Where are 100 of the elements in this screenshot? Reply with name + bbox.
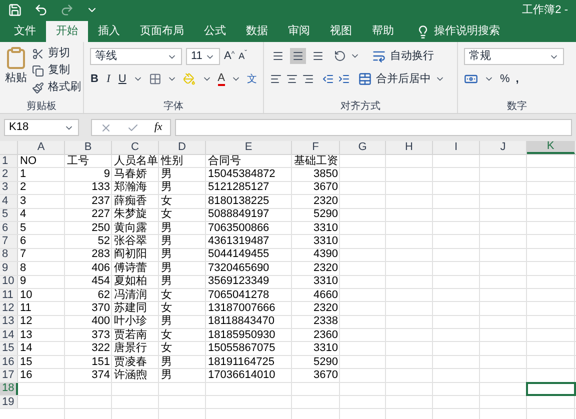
- row-header[interactable]: 1: [0, 155, 18, 168]
- merge-center-button[interactable]: 合并后居中: [358, 70, 431, 87]
- row-header[interactable]: 13: [0, 316, 18, 328]
- row-header[interactable]: 14: [0, 329, 18, 342]
- group-label: 剪贴板: [26, 100, 56, 114]
- decrease-indent-icon[interactable]: [322, 72, 334, 85]
- column-header[interactable]: H: [386, 141, 433, 154]
- table-cell-text: 男: [160, 370, 172, 381]
- ribbon-tab[interactable]: 文件: [4, 21, 46, 42]
- column-header[interactable]: A: [18, 141, 65, 154]
- table-cell-text: 许涵煦: [113, 370, 147, 381]
- column-header[interactable]: E: [206, 141, 292, 154]
- ribbon-tab[interactable]: 视图: [320, 21, 362, 42]
- insert-function-button[interactable]: fx: [154, 119, 162, 136]
- vertical-align-button[interactable]: [290, 48, 306, 64]
- ribbon-tab[interactable]: 公式: [194, 21, 236, 42]
- orientation-icon[interactable]: [334, 50, 346, 62]
- row-header[interactable]: 4: [0, 195, 18, 208]
- table-cell-text: 10: [19, 290, 32, 301]
- clipboard-button[interactable]: 复制: [32, 63, 81, 78]
- formula-field[interactable]: [175, 119, 572, 136]
- search-field[interactable]: 操作说明搜索: [434, 23, 500, 40]
- row-header[interactable]: 9: [0, 262, 18, 275]
- clipboard-button[interactable]: 格式刷: [32, 80, 81, 95]
- table-cell-text: 合同号: [207, 156, 241, 167]
- align-left-icon[interactable]: [270, 72, 282, 85]
- align-center-icon[interactable]: [286, 72, 298, 85]
- paste-button[interactable]: 粘贴: [4, 46, 28, 95]
- column-header[interactable]: D: [159, 141, 206, 154]
- column-header[interactable]: B: [65, 141, 112, 154]
- table-cell-text: 7320465690: [207, 262, 270, 274]
- ribbon-tab[interactable]: 插入: [88, 21, 130, 42]
- table-cell-text: 4361319487: [207, 236, 270, 248]
- underline-button[interactable]: U: [118, 71, 127, 88]
- merge-icon: [358, 72, 372, 86]
- table-cell-text: 男: [160, 356, 172, 368]
- column-header[interactable]: F: [292, 141, 340, 154]
- enter-icon[interactable]: [127, 122, 140, 134]
- phonetic-button[interactable]: 文: [246, 72, 257, 87]
- row-header[interactable]: 8: [0, 248, 18, 262]
- row-header[interactable]: 15: [0, 342, 18, 355]
- borders-icon[interactable]: [148, 72, 162, 86]
- number-format-field[interactable]: 常规: [464, 48, 564, 65]
- row-header[interactable]: 12: [0, 302, 18, 315]
- undo-icon[interactable]: [34, 3, 48, 17]
- ribbon-tab[interactable]: 开始: [46, 21, 88, 42]
- ribbon-tab[interactable]: 帮助: [362, 21, 404, 42]
- font-size-field[interactable]: 11: [186, 48, 220, 65]
- brush-icon: [32, 82, 44, 94]
- table-cell-text: 贾若南: [113, 330, 147, 341]
- table-cell-text: 8: [19, 262, 26, 274]
- ribbon-tab[interactable]: 数据: [236, 21, 278, 42]
- row-header[interactable]: 6: [0, 222, 18, 234]
- column-header[interactable]: I: [433, 141, 480, 154]
- scissors-icon: [32, 48, 44, 60]
- grow-font-button[interactable]: A$^{^}$: [224, 48, 235, 65]
- row-header[interactable]: 11: [0, 288, 18, 302]
- table-cell-text: 11: [19, 302, 32, 314]
- bold-button[interactable]: B: [90, 71, 99, 88]
- row-header[interactable]: 17: [0, 369, 18, 382]
- row-header[interactable]: 3: [0, 182, 18, 194]
- column-header[interactable]: G: [340, 141, 386, 154]
- comma-button[interactable]: ,: [516, 71, 519, 88]
- row-header[interactable]: 5: [0, 208, 18, 221]
- save-icon[interactable]: [8, 3, 22, 17]
- row-header[interactable]: 16: [0, 356, 18, 368]
- row-header[interactable]: 10: [0, 276, 18, 288]
- row-header[interactable]: 2: [0, 168, 18, 181]
- table-cell-text: 女: [160, 302, 172, 314]
- ribbon-tab[interactable]: 页面布局: [130, 21, 194, 42]
- fill-color-icon[interactable]: [183, 72, 196, 86]
- table-cell-text: 237: [92, 196, 111, 207]
- table-cell-text: 基础工资: [293, 156, 338, 167]
- italic-button[interactable]: I: [104, 71, 112, 88]
- table-cell-text: 3: [19, 196, 26, 207]
- active-cell[interactable]: [526, 382, 576, 396]
- table-cell-text: 女: [160, 330, 172, 341]
- shrink-font-button[interactable]: A$^{ˇ}$: [238, 50, 247, 64]
- name-box[interactable]: K18: [4, 119, 79, 136]
- table-cell-text: 12: [19, 316, 32, 328]
- align-right-icon[interactable]: [302, 72, 314, 85]
- table-cell-text: 18185950930: [207, 330, 276, 341]
- font-color-button[interactable]: A: [218, 72, 225, 86]
- font-name-field[interactable]: 等线: [90, 48, 182, 65]
- wrap-text-button[interactable]: 自动换行: [372, 48, 434, 64]
- row-header[interactable]: 7: [0, 235, 18, 248]
- increase-indent-icon[interactable]: [338, 72, 350, 85]
- ribbon-tab[interactable]: 审阅: [278, 21, 320, 42]
- clipboard-button[interactable]: 剪切: [32, 46, 81, 61]
- percent-button[interactable]: %: [500, 71, 510, 88]
- table-cell-text: 男: [160, 316, 172, 328]
- row-header[interactable]: 19: [0, 396, 18, 408]
- column-header[interactable]: K: [527, 141, 575, 154]
- cancel-icon[interactable]: [100, 122, 112, 134]
- table-cell-text: 15055867075: [207, 343, 276, 354]
- row-header[interactable]: 18: [0, 382, 18, 396]
- table-cell-text: 男: [160, 169, 172, 180]
- column-header[interactable]: C: [112, 141, 159, 154]
- table-cell-text: 男: [160, 262, 172, 274]
- lines-icon: [292, 50, 304, 62]
